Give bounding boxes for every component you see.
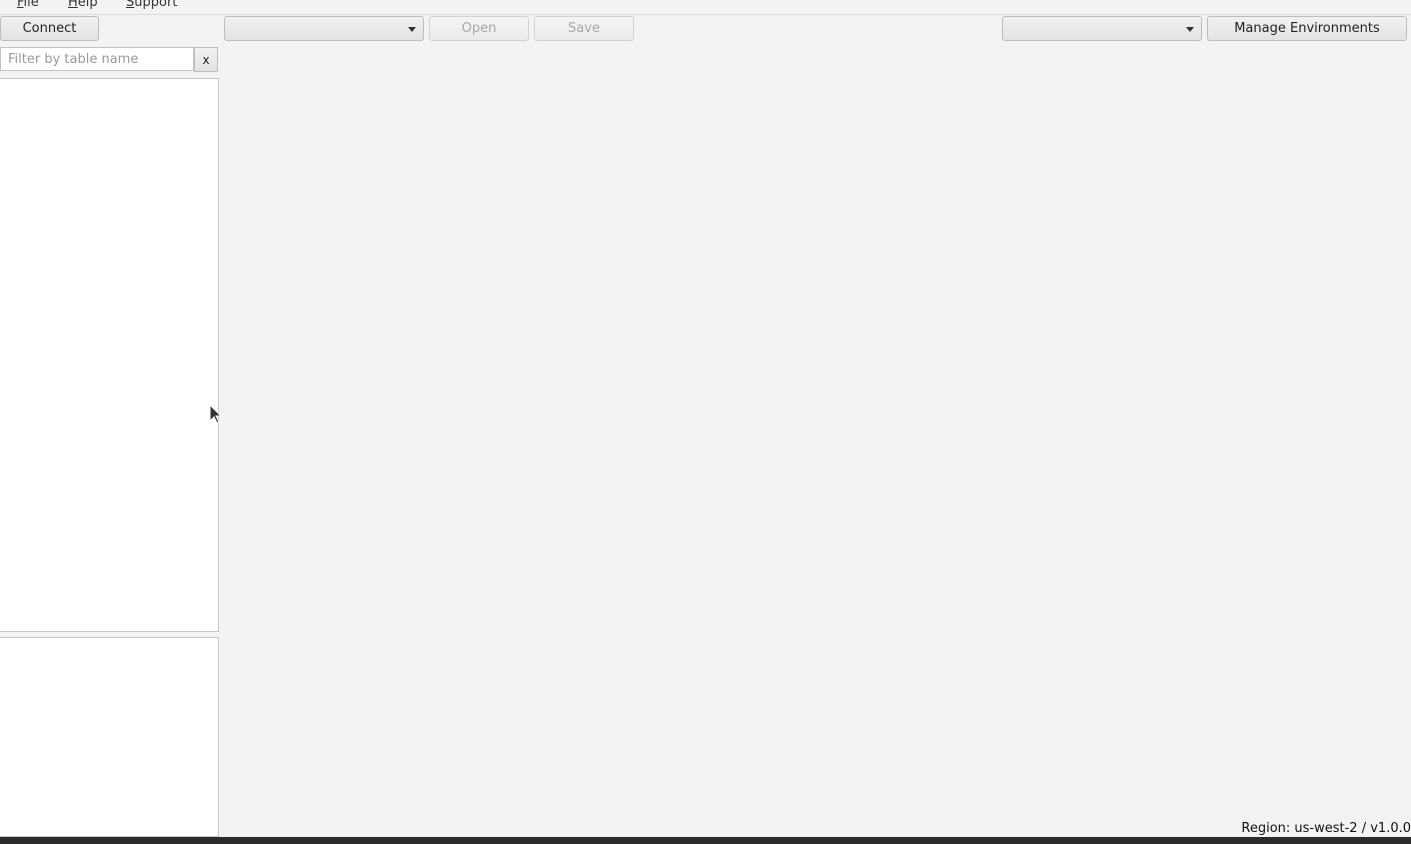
open-button[interactable]: Open — [429, 16, 529, 41]
chevron-down-icon — [1186, 27, 1194, 32]
chevron-down-icon — [408, 27, 416, 32]
menu-bar: File Help Support — [0, 0, 1411, 15]
menu-file[interactable]: File — [17, 0, 39, 11]
connect-button[interactable]: Connect — [0, 16, 99, 41]
clear-filter-button[interactable]: x — [194, 47, 218, 72]
main-content-area — [219, 42, 1411, 837]
table-list[interactable] — [0, 78, 219, 632]
environment-select[interactable] — [1002, 16, 1202, 41]
menu-support[interactable]: Support — [126, 0, 177, 11]
menu-help[interactable]: Help — [68, 0, 98, 11]
save-button[interactable]: Save — [534, 16, 634, 41]
mouse-cursor-icon — [209, 404, 223, 424]
table-filter-input[interactable] — [0, 47, 194, 71]
table-select[interactable] — [224, 16, 424, 41]
table-detail-pane[interactable] — [0, 637, 219, 837]
taskbar — [0, 837, 1411, 844]
manage-environments-button[interactable]: Manage Environments — [1207, 16, 1407, 41]
status-text: Region: us-west-2 / v1.0.0 — [1241, 821, 1411, 836]
